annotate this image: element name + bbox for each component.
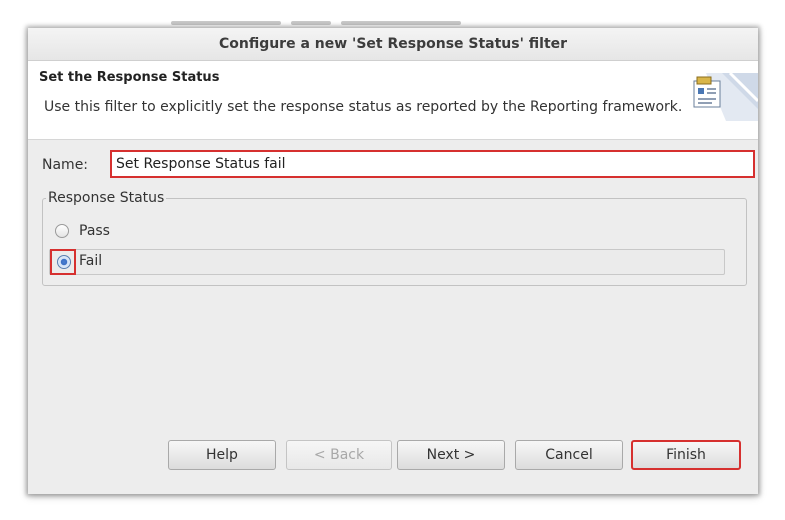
banner-title: Set the Response Status [39, 70, 220, 85]
background-window-glimpse [165, 15, 475, 29]
name-row: Name: [42, 150, 755, 182]
radio-label-pass: Pass [79, 223, 110, 239]
radio-label-fail: Fail [79, 253, 103, 269]
back-button[interactable]: < Back [286, 440, 392, 470]
response-status-group: Response Status Pass Fail [42, 190, 747, 286]
banner-description: Use this filter to explicitly set the re… [44, 99, 683, 115]
radio-button-fail[interactable] [57, 255, 71, 269]
finish-button[interactable]: Finish [631, 440, 741, 470]
dialog-title: Configure a new 'Set Response Status' fi… [28, 28, 758, 61]
name-label: Name: [42, 157, 89, 173]
name-input[interactable] [110, 150, 755, 178]
next-button[interactable]: Next > [397, 440, 505, 470]
radio-highlight [50, 249, 76, 275]
cancel-button[interactable]: Cancel [515, 440, 623, 470]
radio-option-fail[interactable]: Fail [49, 249, 725, 275]
wizard-graphic-icon [686, 61, 760, 139]
help-button[interactable]: Help [168, 440, 276, 470]
response-status-legend: Response Status [46, 190, 167, 206]
configure-filter-dialog: Configure a new 'Set Response Status' fi… [28, 28, 760, 494]
radio-option-pass[interactable]: Pass [55, 221, 719, 243]
wizard-banner: Set the Response Status Use this filter … [28, 61, 760, 140]
radio-button-pass[interactable] [55, 224, 69, 238]
